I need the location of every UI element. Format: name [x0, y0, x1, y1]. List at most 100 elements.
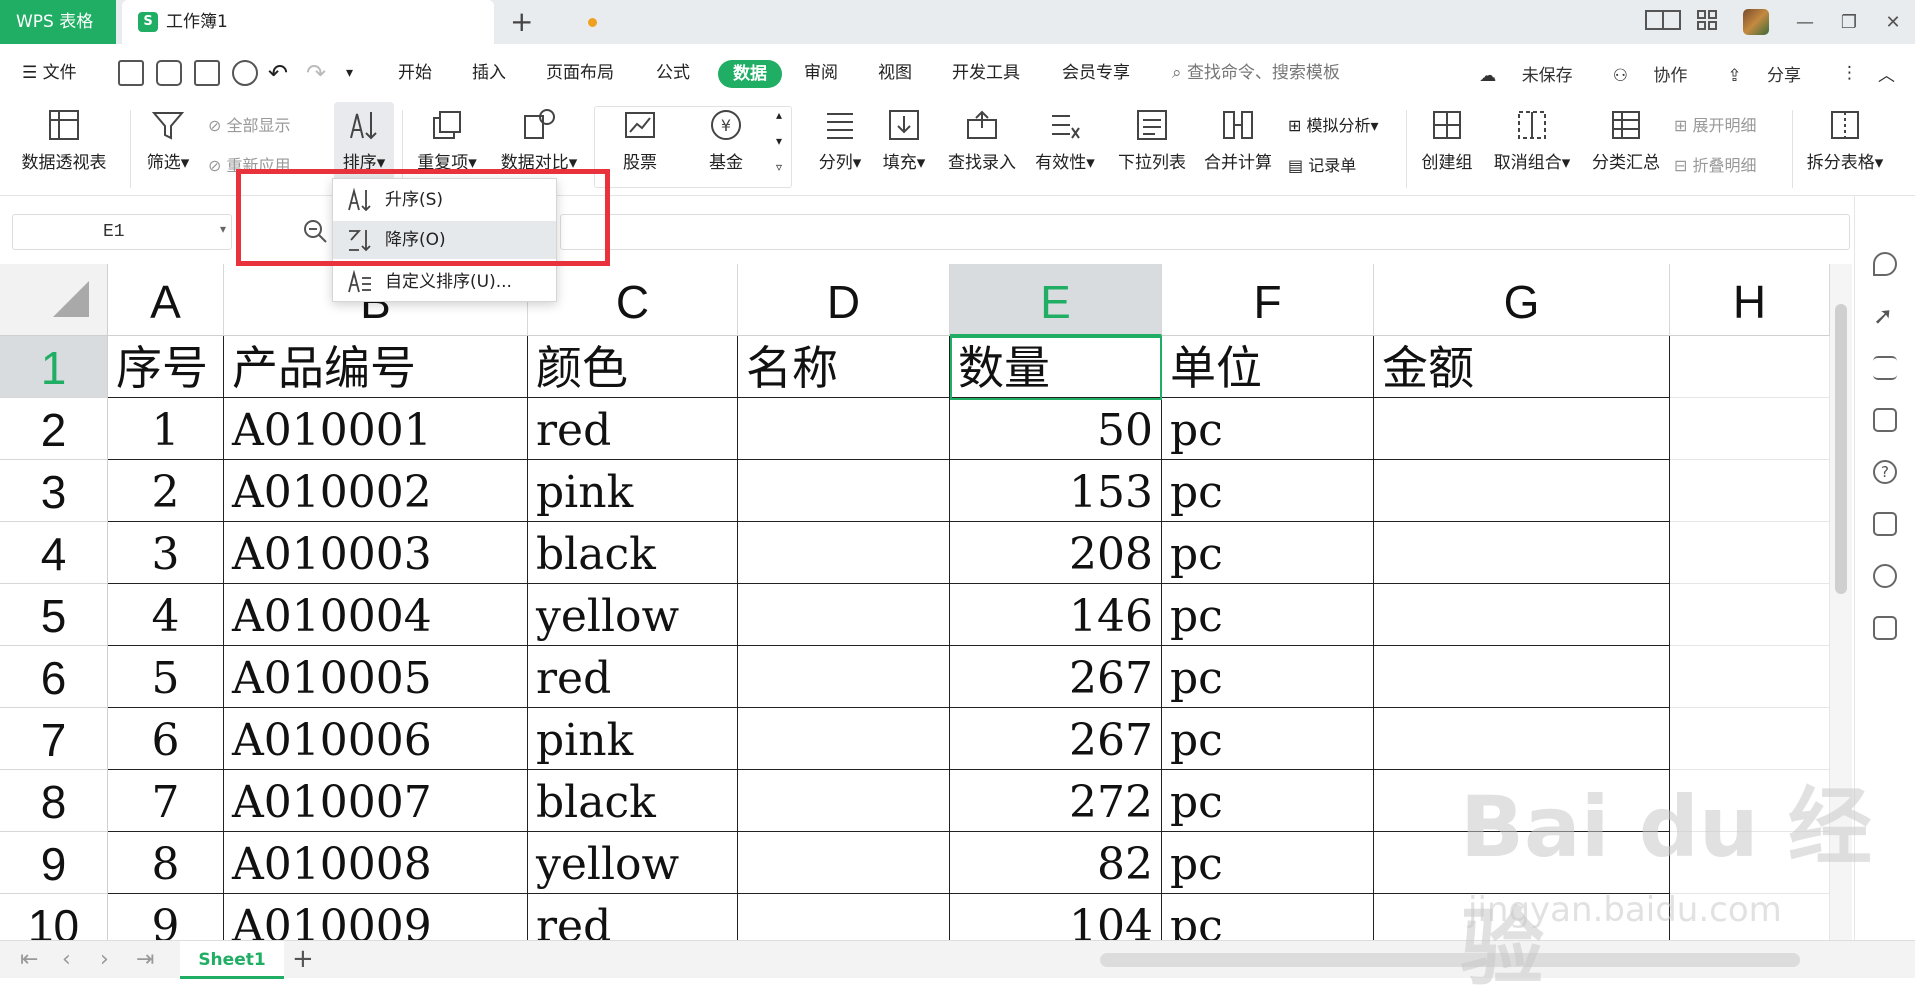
custom-sort-item[interactable]: 自定义排序(U)...: [333, 263, 556, 301]
table-cell[interactable]: 146: [950, 584, 1162, 646]
table-cell[interactable]: A010009: [224, 894, 528, 940]
table-cell[interactable]: [1374, 398, 1670, 460]
table-cell[interactable]: pc: [1162, 646, 1374, 708]
table-cell[interactable]: 1: [108, 398, 224, 460]
subtotal-button[interactable]: 分类汇总: [1588, 102, 1664, 196]
table-cell[interactable]: 267: [950, 646, 1162, 708]
cursor-select-icon[interactable]: ➚: [1873, 304, 1897, 328]
column-header-c[interactable]: C: [528, 264, 738, 336]
table-cell[interactable]: [1374, 522, 1670, 584]
avatar[interactable]: [1743, 9, 1769, 35]
table-cell[interactable]: yellow: [528, 832, 738, 894]
simulate-analysis-button[interactable]: ⊞ 模拟分析▾: [1288, 112, 1379, 136]
show-all-button[interactable]: ⊘ 全部显示: [208, 112, 291, 136]
row-header-8[interactable]: 8: [0, 770, 108, 832]
column-header-g[interactable]: G: [1374, 264, 1670, 336]
row-header-9[interactable]: 9: [0, 832, 108, 894]
table-cell[interactable]: A010006: [224, 708, 528, 770]
table-cell[interactable]: [1670, 336, 1830, 398]
create-group-button[interactable]: 创建组: [1414, 102, 1480, 196]
table-cell[interactable]: pc: [1162, 832, 1374, 894]
tab-data[interactable]: 数据: [718, 60, 782, 88]
table-cell[interactable]: 272: [950, 770, 1162, 832]
name-box[interactable]: E1: [12, 214, 232, 250]
table-cell[interactable]: yellow: [528, 584, 738, 646]
row-header-3[interactable]: 3: [0, 460, 108, 522]
command-search[interactable]: ⌕ 查找命令、搜索模板: [1172, 44, 1340, 102]
table-cell[interactable]: A010001: [224, 398, 528, 460]
header-cell[interactable]: 颜色: [528, 336, 738, 398]
minimize-icon[interactable]: —: [1783, 12, 1827, 33]
header-cell[interactable]: 数量: [950, 336, 1162, 398]
table-cell[interactable]: [1670, 584, 1830, 646]
ungroup-button[interactable]: 取消组合▾: [1488, 102, 1576, 196]
fill-button[interactable]: 填充▾: [876, 102, 932, 196]
collab-button[interactable]: ⚇ 协作: [1613, 61, 1708, 86]
vertical-scroll-thumb[interactable]: [1835, 304, 1847, 594]
table-cell[interactable]: A010007: [224, 770, 528, 832]
validity-button[interactable]: 有效性▾: [1030, 102, 1100, 196]
pivot-table-button[interactable]: 数据透视表: [14, 102, 114, 196]
table-cell[interactable]: red: [528, 646, 738, 708]
pivot-pane-icon[interactable]: [1873, 408, 1897, 432]
row-header-4[interactable]: 4: [0, 522, 108, 584]
table-cell[interactable]: [738, 646, 950, 708]
table-cell[interactable]: 267: [950, 708, 1162, 770]
table-cell[interactable]: 7: [108, 770, 224, 832]
header-cell[interactable]: 单位: [1162, 336, 1374, 398]
header-cell[interactable]: 序号: [108, 336, 224, 398]
stock-button[interactable]: 股票: [610, 102, 670, 196]
tab-developer[interactable]: 开发工具: [952, 44, 1020, 102]
table-cell[interactable]: A010008: [224, 832, 528, 894]
restore-icon[interactable]: ❐: [1827, 12, 1871, 33]
table-cell[interactable]: pink: [528, 708, 738, 770]
row-header-2[interactable]: 2: [0, 398, 108, 460]
column-header-f[interactable]: F: [1162, 264, 1374, 336]
fund-button[interactable]: ¥ 基金: [696, 102, 756, 196]
table-cell[interactable]: pc: [1162, 584, 1374, 646]
sheet-tab-sheet1[interactable]: Sheet1: [180, 941, 284, 979]
share-button[interactable]: ⇪ 分享: [1727, 61, 1821, 86]
tab-home[interactable]: 开始: [398, 44, 432, 102]
table-cell[interactable]: pc: [1162, 770, 1374, 832]
filter-button[interactable]: 筛选▾: [140, 102, 196, 196]
table-cell[interactable]: [1670, 646, 1830, 708]
record-form-button[interactable]: ▤ 记录单: [1288, 152, 1356, 176]
lookup-entry-button[interactable]: 查找录入: [944, 102, 1020, 196]
tab-formulas[interactable]: 公式: [656, 44, 690, 102]
split-table-button[interactable]: 拆分表格▾: [1802, 102, 1888, 196]
row-header-6[interactable]: 6: [0, 646, 108, 708]
row-header-10[interactable]: 10: [0, 894, 108, 940]
table-cell[interactable]: 153: [950, 460, 1162, 522]
rocket-icon[interactable]: [1873, 252, 1897, 276]
text-to-columns-button[interactable]: 分列▾: [812, 102, 868, 196]
table-cell[interactable]: [738, 832, 950, 894]
store-icon[interactable]: [1873, 512, 1897, 536]
row-header-7[interactable]: 7: [0, 708, 108, 770]
table-cell[interactable]: A010002: [224, 460, 528, 522]
column-header-a[interactable]: A: [108, 264, 224, 336]
column-header-d[interactable]: D: [738, 264, 950, 336]
table-cell[interactable]: [738, 708, 950, 770]
table-cell[interactable]: 6: [108, 708, 224, 770]
table-cell[interactable]: 50: [950, 398, 1162, 460]
new-tab-button[interactable]: +: [510, 4, 533, 40]
undo-icon[interactable]: ↶: [268, 44, 288, 102]
tab-review[interactable]: 审阅: [804, 44, 838, 102]
table-cell[interactable]: 2: [108, 460, 224, 522]
first-sheet-icon[interactable]: ⇤: [20, 941, 38, 979]
tab-insert[interactable]: 插入: [472, 44, 506, 102]
table-cell[interactable]: [738, 894, 950, 940]
column-header-e[interactable]: E: [950, 264, 1162, 336]
table-cell[interactable]: pc: [1162, 894, 1374, 940]
redo-icon[interactable]: ↷: [306, 44, 326, 102]
table-cell[interactable]: [738, 460, 950, 522]
table-cell[interactable]: red: [528, 398, 738, 460]
gallery-up-icon[interactable]: ▴: [776, 108, 782, 122]
document-tab[interactable]: S 工作簿1: [122, 0, 597, 44]
table-cell[interactable]: 9: [108, 894, 224, 940]
table-cell[interactable]: [738, 584, 950, 646]
gallery-more-icon[interactable]: ▿: [776, 160, 782, 174]
layout-icon[interactable]: [1641, 9, 1685, 36]
add-sheet-button[interactable]: +: [292, 941, 314, 977]
